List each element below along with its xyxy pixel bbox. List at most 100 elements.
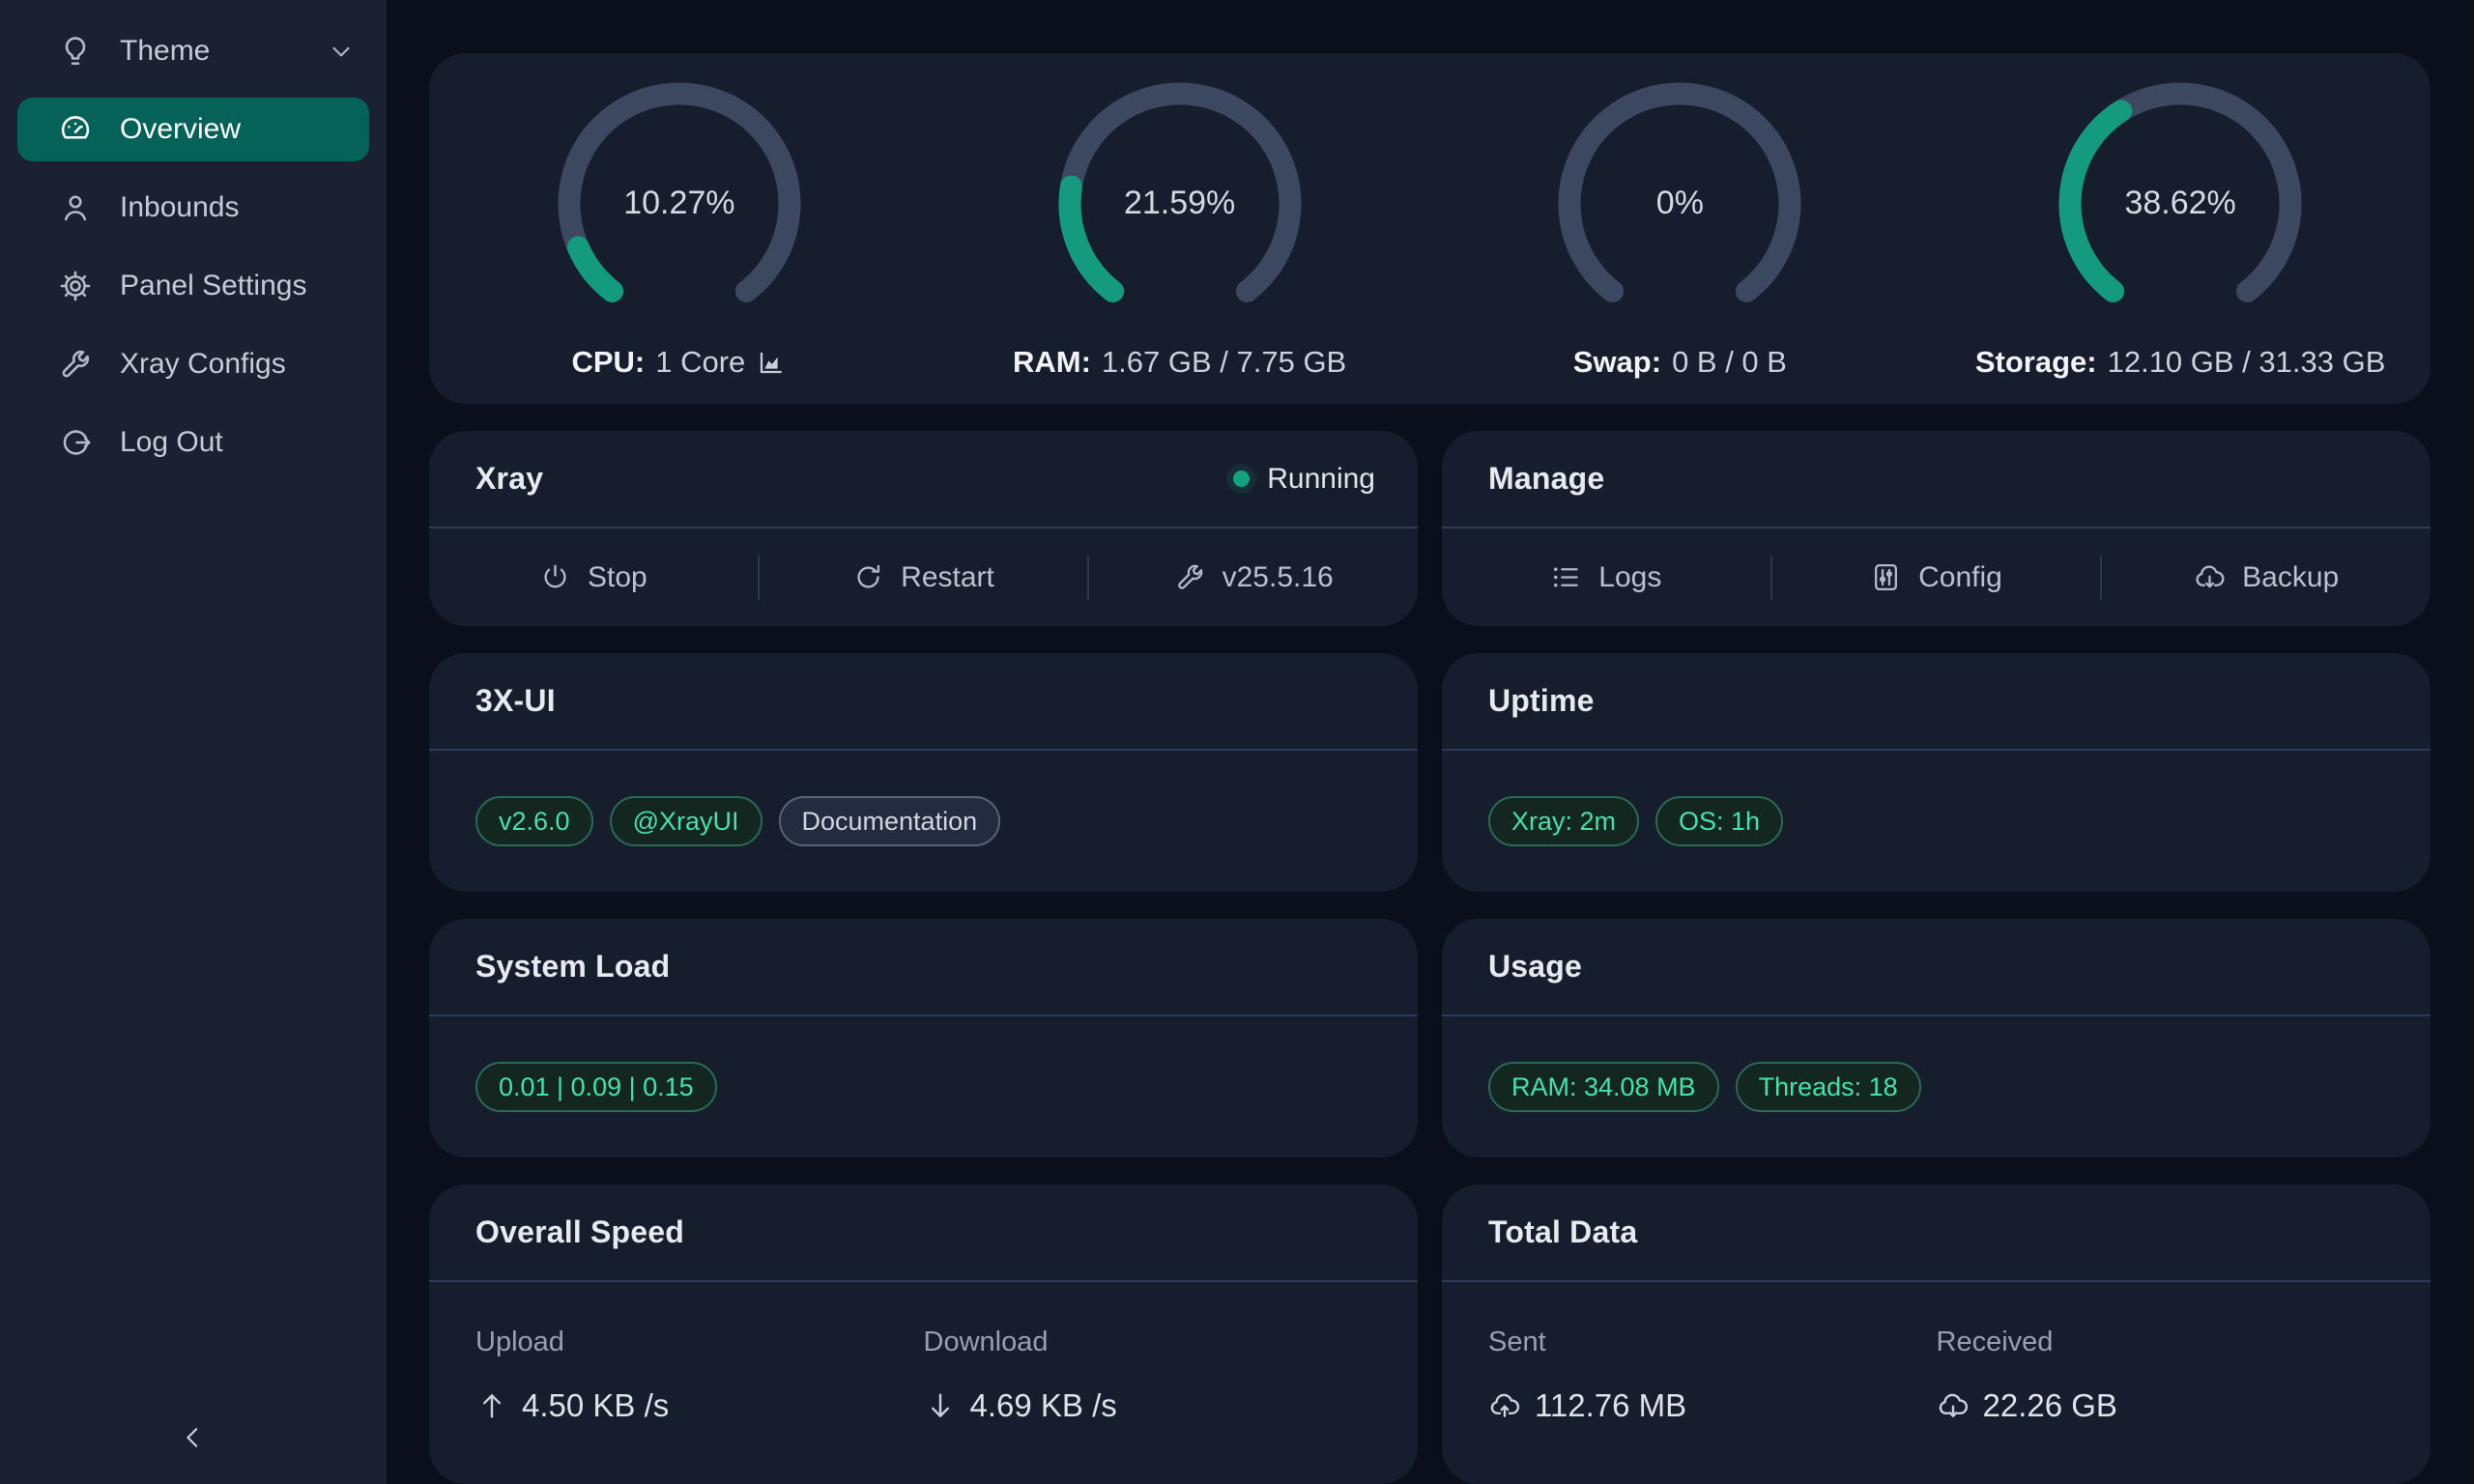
power-icon: [539, 561, 571, 593]
received-stat: Received 22.26 GB: [1937, 1327, 2385, 1424]
gear-icon: [58, 269, 93, 303]
swap-gauge-label: Swap: 0 B / 0 B: [1573, 345, 1787, 380]
dashboard-gauge-icon: [58, 112, 93, 147]
xrayui-link-tag[interactable]: @XrayUI: [610, 796, 762, 846]
area-chart-icon[interactable]: [756, 347, 787, 378]
sidebar-item-label: Inbounds: [120, 191, 239, 224]
card-title: Usage: [1488, 949, 1582, 985]
ram-usage-tag: RAM: 34.08 MB: [1488, 1062, 1719, 1112]
manage-card: Manage Logs Config: [1442, 431, 2431, 626]
system-load-card-header: System Load: [429, 919, 1418, 1016]
restart-icon: [852, 561, 884, 593]
xui-card: 3X-UI v2.6.0 @XrayUI Documentation: [429, 653, 1418, 892]
os-uptime-tag: OS: 1h: [1655, 796, 1783, 846]
card-title: Total Data: [1488, 1214, 1637, 1250]
sidebar-item-inbounds[interactable]: Inbounds: [17, 176, 369, 240]
gauge-cpu: 10.27% CPU: 1 Core: [429, 53, 930, 404]
card-title: Uptime: [1488, 683, 1595, 719]
cloud-download-icon: [2194, 561, 2226, 593]
swap-gauge-value: 0%: [1554, 78, 1805, 329]
usage-card: Usage RAM: 34.08 MB Threads: 18: [1442, 919, 2431, 1157]
card-title: Overall Speed: [475, 1214, 684, 1250]
card-title: System Load: [475, 949, 670, 985]
usage-card-header: Usage: [1442, 919, 2431, 1016]
cpu-gauge-label: CPU: 1 Core: [571, 345, 787, 380]
sidebar-item-xray-configs[interactable]: Xray Configs: [17, 332, 369, 396]
usage-tags: RAM: 34.08 MB Threads: 18: [1442, 1016, 2431, 1157]
stop-button[interactable]: Stop: [429, 528, 758, 626]
sidebar-item-label: Log Out: [120, 426, 223, 459]
threads-tag: Threads: 18: [1736, 1062, 1921, 1112]
download-value: 4.69 KB /s: [924, 1387, 1372, 1424]
xray-status-text: Running: [1267, 463, 1375, 496]
card-title: 3X-UI: [475, 683, 556, 719]
overall-speed-card: Overall Speed Upload 4.50 KB /s Download: [429, 1184, 1418, 1484]
received-label: Received: [1937, 1327, 2385, 1358]
sidebar-item-label: Theme: [120, 35, 210, 68]
ram-gauge-label: RAM: 1.67 GB / 7.75 GB: [1013, 345, 1346, 380]
upload-label: Upload: [475, 1327, 924, 1358]
uptime-card: Uptime Xray: 2m OS: 1h: [1442, 653, 2431, 892]
arrow-up-icon: [475, 1389, 508, 1422]
cpu-gauge-value: 10.27%: [554, 78, 805, 329]
sidebar-item-label: Xray Configs: [120, 348, 286, 381]
xray-uptime-tag: Xray: 2m: [1488, 796, 1639, 846]
restart-button[interactable]: Restart: [760, 528, 1088, 626]
overall-speed-card-header: Overall Speed: [429, 1184, 1418, 1282]
sidebar-item-overview[interactable]: Overview: [17, 98, 369, 161]
ram-gauge-value: 21.59%: [1054, 78, 1306, 329]
wrench-icon: [58, 347, 93, 382]
xray-version-button[interactable]: v25.5.16: [1089, 528, 1418, 626]
system-load-card: System Load 0.01 | 0.09 | 0.15: [429, 919, 1418, 1157]
received-value: 22.26 GB: [1937, 1387, 2385, 1424]
sent-value: 112.76 MB: [1488, 1387, 1937, 1424]
main-content: 10.27% CPU: 1 Core 21.59% RAM: 1.67 GB /…: [387, 0, 2474, 1484]
xray-actions: Stop Restart v25.5.16: [429, 528, 1418, 626]
documentation-link-tag[interactable]: Documentation: [779, 796, 1001, 846]
version-tag[interactable]: v2.6.0: [475, 796, 593, 846]
cloud-upload-icon: [1488, 1389, 1521, 1422]
xray-card: Xray Running Stop Res: [429, 431, 1418, 626]
gauge-swap: 0% Swap: 0 B / 0 B: [1430, 53, 1931, 404]
total-data-stats: Sent 112.76 MB Received 22.26 GB: [1442, 1282, 2431, 1424]
sidebar-collapse-button[interactable]: [172, 1416, 215, 1459]
bulb-icon: [58, 34, 93, 69]
upload-stat: Upload 4.50 KB /s: [475, 1327, 924, 1424]
wrench-icon: [1174, 561, 1206, 593]
xray-status-badge: Running: [1233, 463, 1375, 496]
storage-gauge-value: 38.62%: [2055, 78, 2306, 329]
cloud-download-icon: [1937, 1389, 1970, 1422]
list-icon: [1550, 561, 1582, 593]
cards-grid: Xray Running Stop Res: [429, 431, 2431, 1484]
user-icon: [58, 190, 93, 225]
sidebar-item-theme[interactable]: Theme: [17, 19, 369, 83]
xui-card-header: 3X-UI: [429, 653, 1418, 751]
download-stat: Download 4.69 KB /s: [924, 1327, 1372, 1424]
sidebar-item-log-out[interactable]: Log Out: [17, 411, 369, 474]
sliders-icon: [1870, 561, 1902, 593]
uptime-card-header: Uptime: [1442, 653, 2431, 751]
gauge-ram: 21.59% RAM: 1.67 GB / 7.75 GB: [930, 53, 1430, 404]
chevron-left-icon: [179, 1423, 208, 1452]
sidebar-item-label: Overview: [120, 113, 241, 146]
total-data-card-header: Total Data: [1442, 1184, 2431, 1282]
xui-tags: v2.6.0 @XrayUI Documentation: [429, 751, 1418, 892]
load-average-tag: 0.01 | 0.09 | 0.15: [475, 1062, 717, 1112]
config-button[interactable]: Config: [1772, 528, 2101, 626]
uptime-tags: Xray: 2m OS: 1h: [1442, 751, 2431, 892]
sent-label: Sent: [1488, 1327, 1937, 1358]
card-title: Manage: [1488, 461, 1604, 497]
upload-value: 4.50 KB /s: [475, 1387, 924, 1424]
sent-stat: Sent 112.76 MB: [1488, 1327, 1937, 1424]
sidebar-item-panel-settings[interactable]: Panel Settings: [17, 254, 369, 318]
sidebar-item-label: Panel Settings: [120, 270, 306, 302]
xray-card-header: Xray Running: [429, 431, 1418, 528]
card-title: Xray: [475, 461, 543, 497]
chevron-down-icon: [327, 37, 356, 66]
download-label: Download: [924, 1327, 1372, 1358]
storage-gauge-label: Storage: 12.10 GB / 31.33 GB: [1975, 345, 2386, 380]
overall-speed-stats: Upload 4.50 KB /s Download 4.69 K: [429, 1282, 1418, 1424]
backup-button[interactable]: Backup: [2102, 528, 2431, 626]
logs-button[interactable]: Logs: [1442, 528, 1770, 626]
sidebar: Theme Overview Inbounds Panel Settings X…: [0, 0, 387, 1484]
